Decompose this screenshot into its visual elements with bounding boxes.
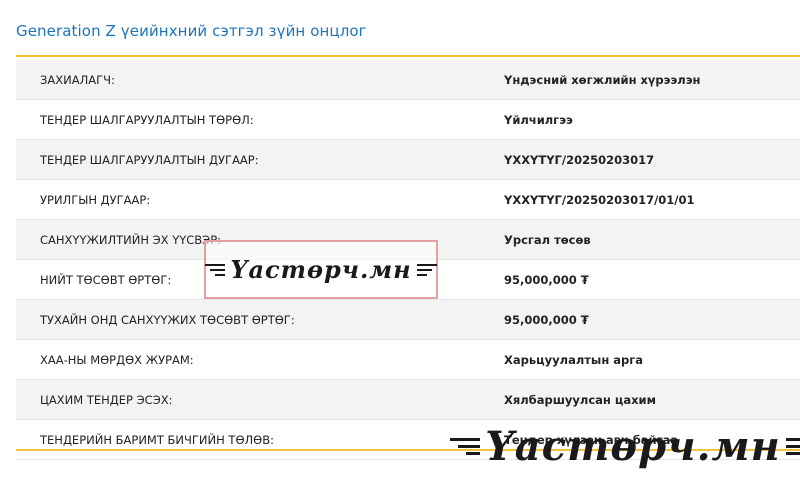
watermark-text: Үастөрч.мн — [230, 255, 412, 284]
table-row: ТЕНДЕР ШАЛГАРУУЛАЛТЫН ДУГААР: ҮХХҮТҮГ/20… — [16, 139, 800, 180]
watermark-logo: Үастөрч.мн — [450, 408, 800, 484]
row-value: ҮХХҮТҮГ/20250203017 — [482, 139, 800, 180]
table-row: УРИЛГЫН ДУГААР: ҮХХҮТҮГ/20250203017/01/0… — [16, 179, 800, 220]
row-value: ҮХХҮТҮГ/20250203017/01/01 — [482, 179, 800, 220]
row-label: УРИЛГЫН ДУГААР: — [16, 179, 482, 220]
row-label: ЗАХИАЛАГЧ: — [16, 60, 482, 100]
watermark-logo-text: Үастөрч.мн — [485, 422, 781, 470]
row-label: ХАА-НЫ МӨРДӨХ ЖУРАМ: — [16, 339, 482, 380]
watermark-stamp: Үастөрч.мн — [204, 240, 438, 299]
wing-decoration-icon — [416, 262, 437, 277]
row-value: Урсгал төсөв — [482, 219, 800, 260]
wing-decoration-icon — [205, 262, 226, 277]
row-value: Үйлчилгээ — [482, 99, 800, 140]
row-value: 95,000,000 ₮ — [482, 299, 800, 340]
table-row: ЗАХИАЛАГЧ: Үндэсний хөгжлийн хүрээлэн — [16, 60, 800, 100]
row-value: Үндэсний хөгжлийн хүрээлэн — [482, 60, 800, 100]
row-label: ТУХАЙН ОНД САНХҮҮЖИХ ТӨСӨВТ ӨРТӨГ: — [16, 299, 482, 340]
title-divider — [16, 55, 800, 57]
page-title: Generation Z үеийнхний сэтгэл зүйн онцло… — [16, 22, 367, 40]
row-value: 95,000,000 ₮ — [482, 259, 800, 300]
table-row: ХАА-НЫ МӨРДӨХ ЖУРАМ: Харьцуулалтын арга — [16, 339, 800, 380]
row-label: ЦАХИМ ТЕНДЕР ЭСЭХ: — [16, 379, 482, 420]
wing-decoration-icon — [450, 436, 481, 457]
table-row: ТЕНДЕР ШАЛГАРУУЛАЛТЫН ТӨРӨЛ: Үйлчилгээ — [16, 99, 800, 140]
row-label: ТЕНДЕР ШАЛГАРУУЛАЛТЫН ТӨРӨЛ: — [16, 99, 482, 140]
wing-decoration-icon — [785, 436, 800, 457]
row-value: Харьцуулалтын арга — [482, 339, 800, 380]
table-row: ТУХАЙН ОНД САНХҮҮЖИХ ТӨСӨВТ ӨРТӨГ: 95,00… — [16, 299, 800, 340]
row-label: ТЕНДЕР ШАЛГАРУУЛАЛТЫН ДУГААР: — [16, 139, 482, 180]
row-label: ТЕНДЕРИЙН БАРИМТ БИЧГИЙН ТӨЛӨВ: — [16, 419, 482, 460]
